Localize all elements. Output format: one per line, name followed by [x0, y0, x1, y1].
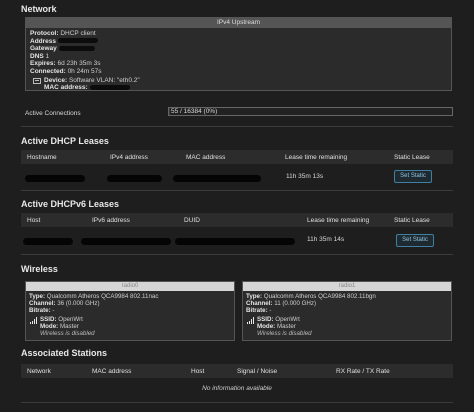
col-lease-time: Lease time remaining — [285, 154, 348, 161]
col-mac: MAC address — [186, 154, 226, 161]
dhcp-title: Active DHCP Leases — [21, 136, 109, 146]
signal-icon — [247, 317, 255, 324]
set-static-button[interactable]: Set Static — [396, 234, 434, 247]
wifi-network: SSID: OpenWrt Mode: Master Wireless is d… — [29, 316, 231, 337]
table-row: 11h 35m 13s Set Static — [21, 166, 453, 188]
active-connections-label: Active Connections — [25, 110, 81, 117]
radio-card-radio1: radio1 Type: Qualcomm Atheros QCA9984 80… — [242, 281, 452, 341]
wireless-title: Wireless — [21, 264, 58, 274]
active-connections-bar: 55 / 16384 (0%) — [168, 107, 453, 116]
wifi-network: SSID: OpenWrt Mode: Master Wireless is d… — [246, 316, 448, 337]
expires-row: Expires: 6d 23h 35m 3s — [30, 60, 101, 68]
active-connections-value: 55 / 16384 (0%) — [171, 108, 218, 115]
col-duid: DUID — [184, 217, 200, 224]
radio-name: radio0 — [26, 282, 234, 291]
lease-time: 11h 35m 14s — [307, 236, 345, 243]
network-title: Network — [21, 4, 57, 14]
divider — [21, 254, 453, 255]
set-static-button[interactable]: Set Static — [394, 170, 432, 183]
col-hostname: Hostname — [27, 154, 57, 161]
radio-channel: Channel: 11 (0.000 GHz) — [246, 300, 317, 307]
col-host: Host — [191, 368, 205, 375]
divider — [21, 402, 453, 403]
col-lease-time: Lease time remaining — [307, 217, 370, 224]
redacted-value — [57, 38, 98, 44]
col-signal-noise: Signal / Noise — [237, 368, 278, 375]
col-rx-tx-rate: RX Rate / TX Rate — [336, 368, 390, 375]
ipv4-upstream-card: IPv4 Upstream Protocol: DHCP client Addr… — [25, 17, 452, 91]
gateway-row: Gateway — [30, 45, 447, 53]
wireless-status: Wireless is disabled — [40, 330, 95, 337]
protocol-row: Protocol: DHCP client — [30, 30, 96, 37]
redacted-value — [81, 238, 171, 245]
col-host: Host — [27, 217, 41, 224]
connected-row: Connected: 0h 24m 57s — [30, 67, 102, 75]
dns-row: DNS 1 — [30, 52, 50, 60]
dhcp-table-header: Hostname IPv4 address MAC address Lease … — [21, 150, 453, 164]
radio-type: Type: Qualcomm Atheros QCA9984 802.11nac — [29, 293, 159, 300]
redacted-value — [25, 175, 85, 182]
radio-card-radio0: radio0 Type: Qualcomm Atheros QCA9984 80… — [25, 281, 235, 341]
upstream-header: IPv4 Upstream — [26, 18, 451, 28]
radio-bitrate: Bitrate: - — [29, 307, 55, 314]
redacted-value — [58, 45, 95, 51]
dhcp6-title: Active DHCPv6 Leases — [21, 199, 120, 209]
col-static-lease: Static Lease — [394, 217, 430, 224]
redacted-value — [173, 175, 261, 182]
radio-type: Type: Qualcomm Atheros QCA9984 802.11bgn — [246, 293, 376, 300]
col-static-lease: Static Lease — [394, 154, 430, 161]
col-mac: MAC address — [92, 368, 132, 375]
dhcp6-table-header: Host IPv6 address DUID Lease time remain… — [21, 213, 453, 227]
ethernet-icon — [33, 77, 41, 84]
col-network: Network — [27, 368, 51, 375]
col-ipv6: IPv6 address — [92, 217, 130, 224]
associated-table-header: Network MAC address Host Signal / Noise … — [21, 364, 453, 378]
device-row: Device: Software VLAN: "eth0.2" MAC addr… — [30, 77, 447, 92]
divider — [21, 126, 453, 127]
radio-bitrate: Bitrate: - — [246, 307, 272, 314]
signal-icon — [30, 317, 38, 324]
radio-name: radio1 — [243, 282, 451, 291]
table-row: 11h 35m 14s Set Static — [21, 229, 453, 251]
redacted-value — [23, 238, 73, 245]
divider — [21, 190, 453, 191]
lease-time: 11h 35m 13s — [286, 173, 324, 180]
no-info-message: No information available — [202, 385, 272, 392]
wireless-status: Wireless is disabled — [257, 330, 312, 337]
redacted-value — [89, 84, 130, 90]
redacted-value — [175, 238, 295, 245]
associated-title: Associated Stations — [21, 348, 108, 358]
radio-channel: Channel: 36 (0.000 GHz) — [29, 300, 100, 307]
address-row: Address — [30, 38, 447, 46]
col-ipv4: IPv4 address — [110, 154, 148, 161]
redacted-value — [107, 175, 162, 182]
active-connections-fill — [169, 108, 170, 115]
